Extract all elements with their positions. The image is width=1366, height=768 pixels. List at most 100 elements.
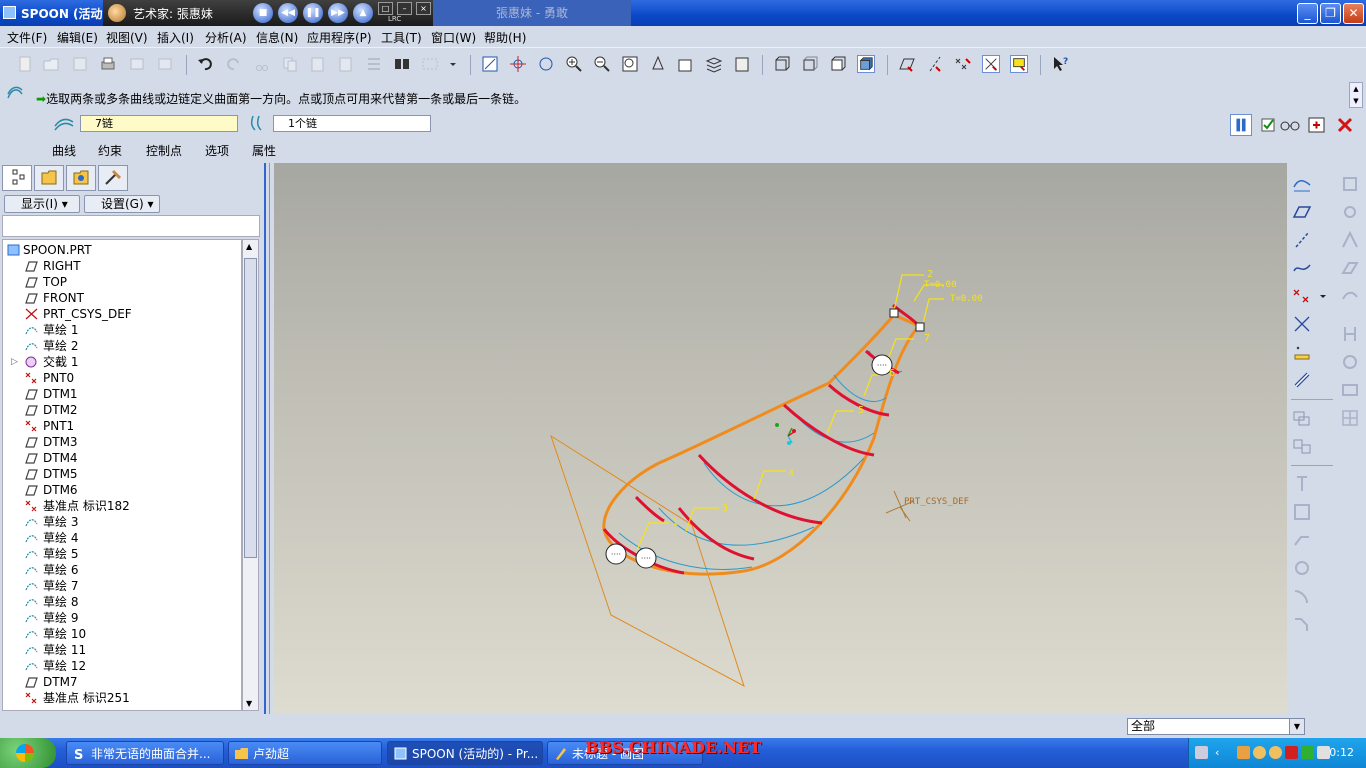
pause-icon[interactable] — [1230, 114, 1252, 136]
datum-axis-tool-icon[interactable] — [1291, 229, 1313, 251]
tree-root-part[interactable]: SPOON.PRT — [3, 242, 241, 258]
model-tree-tab[interactable] — [2, 165, 32, 191]
qq-icon[interactable] — [1237, 746, 1250, 759]
tree-item[interactable]: DTM5 — [3, 466, 241, 482]
verify-checkbox-icon[interactable] — [1258, 114, 1280, 136]
tree-item[interactable]: 草绘 9 — [3, 610, 241, 626]
tree-item[interactable]: PRT_CSYS_DEF — [3, 306, 241, 322]
player-menu-icon[interactable]: □ — [378, 2, 393, 15]
menu-insert[interactable]: 插入(I) — [157, 29, 194, 46]
hidden-line-icon[interactable] — [801, 55, 819, 73]
csys-tool-icon[interactable] — [1291, 313, 1313, 335]
player-minimize-icon[interactable]: – — [397, 2, 412, 15]
chevron-down-icon[interactable] — [1317, 285, 1329, 307]
draft-tool-icon[interactable] — [1339, 229, 1361, 251]
chevron-left-icon[interactable]: ‹ — [1215, 746, 1228, 759]
pause-button[interactable]: ❚❚ — [303, 3, 323, 23]
model-canvas[interactable]: ···· ···· ···· 1 3 4 5 6 7 2 T=0.00 T=0.… — [274, 163, 1287, 714]
tree-item[interactable]: 草绘 8 — [3, 594, 241, 610]
keyboard-icon[interactable] — [1195, 746, 1208, 759]
menu-window[interactable]: 窗口(W) — [431, 29, 476, 46]
eject-button[interactable]: ▲ — [353, 3, 373, 23]
apply-feature-icon[interactable] — [1306, 114, 1328, 136]
round-tool-icon[interactable] — [1291, 585, 1313, 607]
tree-item[interactable]: 草绘 10 — [3, 626, 241, 642]
datum-plane-display-icon[interactable] — [898, 55, 916, 73]
tree-item[interactable]: FRONT — [3, 290, 241, 306]
tree-item[interactable]: 草绘 1 — [3, 322, 241, 338]
menu-tools[interactable]: 工具(T) — [381, 29, 422, 46]
endpoint-handle[interactable] — [915, 322, 925, 332]
menu-info[interactable]: 信息(N) — [256, 29, 298, 46]
connections-tab[interactable] — [98, 165, 128, 191]
zoom-out-icon[interactable] — [593, 55, 611, 73]
tree-item[interactable]: TOP — [3, 274, 241, 290]
tree-item[interactable]: DTM2 — [3, 402, 241, 418]
blend-tool-icon[interactable] — [1339, 257, 1361, 279]
menu-edit[interactable]: 编辑(E) — [57, 29, 98, 46]
favorites-tab[interactable] — [66, 165, 96, 191]
copy-icon[interactable] — [281, 55, 299, 73]
undo-icon[interactable] — [196, 55, 214, 73]
revolve-tool-icon[interactable] — [1291, 557, 1313, 579]
menu-analysis[interactable]: 分析(A) — [205, 29, 247, 46]
tree-item[interactable]: 草绘 5 — [3, 546, 241, 562]
settings-dropdown[interactable]: 设置(G) ▾ — [84, 195, 160, 213]
open-folder-icon[interactable] — [42, 55, 60, 73]
boundary-tool-icon[interactable] — [1339, 285, 1361, 307]
layers-icon[interactable] — [705, 55, 723, 73]
shield-icon[interactable] — [1301, 746, 1314, 759]
preview-glasses-icon[interactable] — [1279, 114, 1301, 136]
minimize-button[interactable]: _ — [1297, 3, 1318, 24]
tree-item[interactable]: 草绘 11 — [3, 642, 241, 658]
pattern-tool-icon[interactable] — [1339, 407, 1361, 429]
tree-item[interactable]: 基准点 标识251 — [3, 690, 241, 706]
cut-icon[interactable] — [253, 55, 271, 73]
tree-item[interactable]: 草绘 2 — [3, 338, 241, 354]
scroll-down-icon[interactable]: ▼ — [246, 699, 252, 708]
shading-icon[interactable] — [857, 55, 875, 73]
tree-item[interactable]: ▷ 交截 1 — [3, 354, 241, 370]
tab-curves[interactable]: 曲线 — [52, 142, 76, 159]
player-close-icon[interactable]: × — [416, 2, 431, 15]
tree-item[interactable]: DTM1 — [3, 386, 241, 402]
chamfer-tool-icon[interactable] — [1291, 613, 1313, 635]
datum-axis-display-icon[interactable] — [926, 55, 944, 73]
start-button[interactable] — [0, 738, 56, 768]
merge-tool-icon[interactable] — [1339, 323, 1361, 345]
menu-applications[interactable]: 应用程序(P) — [307, 29, 372, 46]
stop-button[interactable]: ■ — [253, 3, 273, 23]
tree-item[interactable]: DTM4 — [3, 450, 241, 466]
regenerate-icon[interactable] — [365, 55, 383, 73]
close-button[interactable]: ✕ — [1343, 3, 1364, 24]
chevron-down-icon[interactable]: ▼ — [1289, 719, 1304, 734]
tree-item[interactable]: PNT0 — [3, 370, 241, 386]
tree-item[interactable]: 草绘 7 — [3, 578, 241, 594]
saved-views-icon[interactable] — [677, 55, 695, 73]
tree-item[interactable]: DTM6 — [3, 482, 241, 498]
next-button[interactable]: ▶▶ — [328, 3, 348, 23]
datum-plane-tool-icon[interactable] — [1291, 201, 1313, 223]
tree-item[interactable]: DTM3 — [3, 434, 241, 450]
paste-special-icon[interactable] — [337, 55, 355, 73]
graphics-window[interactable]: ···· ···· ···· 1 3 4 5 6 7 2 T=0.00 T=0.… — [274, 163, 1287, 714]
first-direction-chains[interactable]: 7链 — [80, 115, 238, 132]
reorient-icon[interactable] — [649, 55, 667, 73]
spin-center-icon[interactable] — [509, 55, 527, 73]
orient-mode-icon[interactable] — [537, 55, 555, 73]
taskbar-button[interactable]: 卢劲超 — [228, 741, 382, 765]
second-direction-chains[interactable]: 1个链 — [273, 115, 431, 132]
taskbar-button[interactable]: S 非常无语的曲面合并... — [66, 741, 224, 765]
tree-scroll-thumb[interactable] — [244, 258, 257, 558]
tree-scrollbar[interactable]: ▲ ▼ — [242, 239, 259, 711]
no-hidden-icon[interactable] — [829, 55, 847, 73]
datum-point-tool-icon[interactable] — [1291, 285, 1313, 307]
speaker-icon[interactable] — [1317, 746, 1330, 759]
tree-item[interactable]: DTM7 — [3, 674, 241, 690]
folder-browser-tab[interactable] — [34, 165, 64, 191]
send-mail-icon[interactable] — [128, 55, 146, 73]
paste-icon[interactable] — [309, 55, 327, 73]
expand-icon[interactable]: ▷ — [11, 354, 18, 370]
offset-tool-icon[interactable] — [1339, 379, 1361, 401]
message-scroll[interactable]: ▲ ▼ — [1349, 82, 1363, 108]
